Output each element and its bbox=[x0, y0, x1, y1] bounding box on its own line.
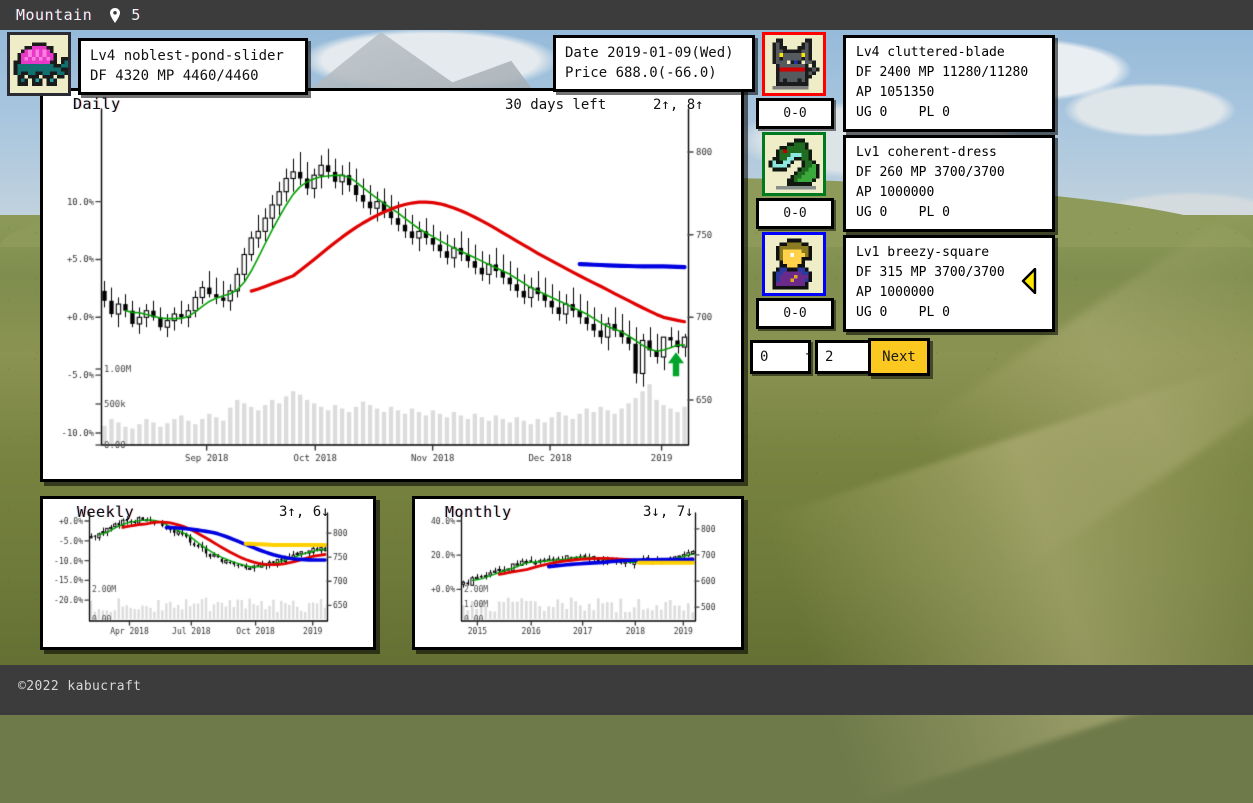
party-ugpl-1: UG 0 PL 0 bbox=[856, 103, 1042, 123]
copyright-text: ©2022 kabucraft bbox=[18, 679, 141, 694]
left-arrow-cursor-icon bbox=[1021, 268, 1037, 294]
page-to-input[interactable]: 2 bbox=[815, 340, 876, 374]
monthly-chart-title: Monthly bbox=[445, 503, 512, 521]
party-badge-3: 0-0 bbox=[756, 298, 834, 329]
party-stats-2: DF 260 MP 3700/3700 bbox=[856, 163, 1042, 183]
dragon-sprite[interactable] bbox=[765, 135, 823, 193]
daily-chart-title: Daily bbox=[73, 95, 121, 113]
location-title-group: Mountain 5 bbox=[16, 6, 141, 24]
person-sprite[interactable] bbox=[765, 235, 823, 293]
range-separator: - bbox=[802, 340, 814, 368]
player-stats-line: DF 4320 MP 4460/4460 bbox=[90, 66, 296, 86]
weekly-chart-title: Weekly bbox=[77, 503, 134, 521]
party-name-2: Lv1 coherent-dress bbox=[856, 143, 1042, 163]
player-tooltip: Lv4 noblest-pond-slider DF 4320 MP 4460/… bbox=[78, 38, 308, 95]
party-ugpl-3: UG 0 PL 0 bbox=[856, 303, 1042, 323]
party-ap-2: AP 1000000 bbox=[856, 183, 1042, 203]
page-title: Mountain bbox=[16, 6, 92, 24]
daily-signal: 2↑, 8↑ bbox=[653, 97, 704, 113]
party-panel-1[interactable]: Lv4 cluttered-blade DF 2400 MP 11280/112… bbox=[843, 35, 1055, 132]
date-price-tooltip: Date 2019-01-09(Wed) Price 688.0(-66.0) bbox=[553, 35, 755, 92]
party-panel-2[interactable]: Lv1 coherent-dress DF 260 MP 3700/3700 A… bbox=[843, 135, 1055, 232]
top-bar: Mountain 5 bbox=[0, 0, 1253, 30]
party-ugpl-2: UG 0 PL 0 bbox=[856, 203, 1042, 223]
monthly-signal: 3↓, 7↓ bbox=[643, 504, 694, 520]
daily-days-left: 30 days left bbox=[505, 97, 606, 113]
daily-chart-panel[interactable]: Daily 30 days left 2↑, 8↑ bbox=[40, 88, 744, 482]
monthly-chart-panel[interactable]: Monthly 3↓, 7↓ bbox=[412, 496, 744, 650]
party-stats-3: DF 315 MP 3700/3700 bbox=[856, 263, 1042, 283]
cat-sprite[interactable] bbox=[765, 35, 823, 93]
party-name-1: Lv4 cluttered-blade bbox=[856, 43, 1042, 63]
party-ap-3: AP 1000000 bbox=[856, 283, 1042, 303]
party-ap-1: AP 1051350 bbox=[856, 83, 1042, 103]
party-badge-2: 0-0 bbox=[756, 198, 834, 229]
turtle-sprite[interactable] bbox=[10, 35, 68, 93]
player-name-line: Lv4 noblest-pond-slider bbox=[90, 46, 296, 66]
party-stats-1: DF 2400 MP 11280/11280 bbox=[856, 63, 1042, 83]
location-count: 5 bbox=[131, 6, 141, 24]
price-line: Price 688.0(-66.0) bbox=[565, 63, 743, 83]
weekly-chart-panel[interactable]: Weekly 3↑, 6↓ bbox=[40, 496, 376, 650]
party-badge-1: 0-0 bbox=[756, 98, 834, 129]
date-line: Date 2019-01-09(Wed) bbox=[565, 43, 743, 63]
map-pin-icon bbox=[109, 8, 121, 23]
next-button[interactable]: Next bbox=[868, 338, 930, 376]
party-name-3: Lv1 breezy-square bbox=[856, 243, 1042, 263]
weekly-signal: 3↑, 6↓ bbox=[279, 504, 330, 520]
footer: ©2022 kabucraft bbox=[0, 665, 1253, 715]
